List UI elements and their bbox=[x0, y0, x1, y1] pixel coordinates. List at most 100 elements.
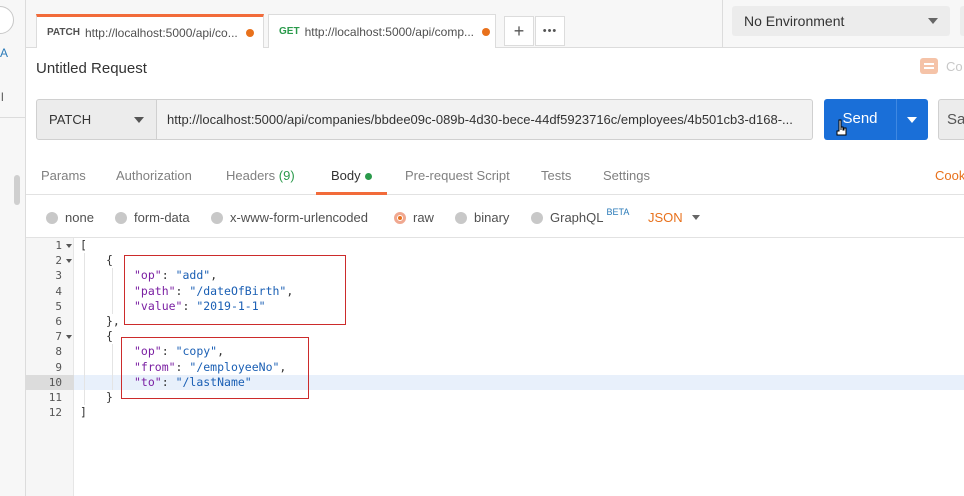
radio-circle-icon bbox=[211, 211, 223, 224]
radio-raw[interactable]: raw bbox=[394, 210, 434, 225]
tab-url: http://localhost:5000/api/comp... bbox=[304, 24, 474, 39]
radio-circle-icon bbox=[46, 211, 58, 224]
mouse-pointer-icon bbox=[836, 119, 847, 136]
sidebar-divider bbox=[0, 117, 26, 118]
chevron-down-icon bbox=[928, 18, 938, 24]
sidebar-search-circle[interactable] bbox=[0, 6, 14, 34]
tab-headers-label: Headers bbox=[226, 168, 276, 183]
body-format-select[interactable]: JSON bbox=[648, 210, 700, 225]
line-number: 12 bbox=[48, 406, 62, 420]
tab-authorization[interactable]: Authorization bbox=[116, 168, 192, 183]
annotation-box bbox=[121, 337, 309, 399]
radio-circle-icon bbox=[115, 211, 127, 224]
unsaved-dot-icon bbox=[245, 28, 254, 37]
line-number: 3 bbox=[55, 269, 62, 283]
tab-tests[interactable]: Tests bbox=[541, 168, 571, 183]
sidebar-scrollbar[interactable] bbox=[14, 175, 20, 205]
indent-guide bbox=[112, 268, 113, 314]
radio-x-www-form-urlencoded[interactable]: x-www-form-urlencoded bbox=[211, 210, 368, 225]
radio-circle-icon bbox=[531, 211, 543, 224]
http-method-select[interactable]: PATCH bbox=[36, 99, 157, 140]
radio-label: x-www-form-urlencoded bbox=[230, 210, 368, 225]
radio-circle-icon bbox=[455, 211, 467, 224]
more-icon: ••• bbox=[542, 25, 558, 37]
tab-pre-request-script[interactable]: Pre-request Script bbox=[405, 168, 510, 183]
line-number: 1 bbox=[55, 239, 62, 252]
sidebar-glyph-l: l bbox=[1, 90, 4, 104]
tab-get-request[interactable]: GET http://localhost:5000/api/comp... bbox=[268, 14, 496, 48]
sidebar-glyph-a: A bbox=[0, 46, 9, 60]
radio-graphql[interactable]: GraphQL BETA bbox=[531, 206, 630, 225]
radio-binary[interactable]: binary bbox=[455, 210, 509, 225]
comments-label: Co bbox=[946, 58, 963, 74]
line-number: 4 bbox=[55, 284, 62, 298]
left-sidebar-strip: A l bbox=[0, 0, 26, 496]
code-line: ] bbox=[80, 405, 87, 420]
fold-arrow-icon[interactable] bbox=[66, 259, 72, 263]
comment-icon bbox=[920, 58, 938, 74]
chevron-down-icon bbox=[134, 117, 144, 123]
send-options-chevron-icon[interactable] bbox=[907, 117, 917, 123]
comments-button[interactable]: Co bbox=[920, 58, 963, 74]
unsaved-dot-icon bbox=[482, 27, 490, 36]
radio-selected-icon bbox=[394, 211, 406, 224]
cookies-link[interactable]: Cook bbox=[935, 168, 964, 183]
tab-body-label: Body bbox=[331, 168, 361, 183]
send-label: Send bbox=[842, 110, 878, 127]
tab-settings[interactable]: Settings bbox=[603, 168, 650, 183]
line-number: 11 bbox=[48, 391, 62, 404]
code-line: [ bbox=[80, 238, 87, 252]
indent-guide bbox=[84, 253, 85, 405]
tab-params[interactable]: Params bbox=[41, 168, 86, 183]
save-button[interactable]: Sa bbox=[938, 99, 964, 140]
environment-quick-look-button[interactable] bbox=[960, 6, 964, 36]
radio-label: binary bbox=[474, 210, 510, 225]
radio-label: raw bbox=[413, 210, 434, 225]
fold-arrow-icon[interactable] bbox=[66, 244, 72, 248]
tab-bar: PATCH http://localhost:5000/api/co... GE… bbox=[26, 0, 964, 48]
active-tab-underline bbox=[316, 192, 387, 195]
body-format-label: JSON bbox=[648, 210, 683, 225]
code-line: { bbox=[106, 329, 113, 344]
environment-label: No Environment bbox=[744, 13, 845, 29]
tab-patch-request[interactable]: PATCH http://localhost:5000/api/co... bbox=[36, 14, 264, 48]
code-line: }, bbox=[106, 314, 120, 328]
code-line: } bbox=[106, 390, 113, 404]
line-number: 2 bbox=[55, 254, 62, 268]
send-divider bbox=[896, 99, 897, 140]
indent-guide bbox=[112, 344, 113, 390]
tab-method: GET bbox=[279, 26, 300, 37]
plus-icon: + bbox=[513, 20, 525, 41]
radio-label: none bbox=[65, 210, 94, 225]
tab-method: PATCH bbox=[47, 27, 80, 38]
radio-none[interactable]: none bbox=[46, 210, 94, 225]
radio-label: form-data bbox=[134, 210, 190, 225]
request-url-input[interactable]: http://localhost:5000/api/companies/bbde… bbox=[157, 99, 813, 140]
radio-form-data[interactable]: form-data bbox=[115, 210, 190, 225]
tab-headers[interactable]: Headers (9) bbox=[226, 168, 295, 183]
tab-url: http://localhost:5000/api/co... bbox=[84, 25, 238, 40]
request-title[interactable]: Untitled Request bbox=[36, 60, 147, 77]
tab-options-button[interactable]: ••• bbox=[535, 16, 565, 46]
line-number: 7 bbox=[55, 330, 62, 344]
line-number: 8 bbox=[55, 345, 62, 359]
topbar-separator bbox=[722, 0, 723, 48]
line-number-gutter: 1 2 3 4 5 6 7 8 9 10 11 12 bbox=[26, 238, 74, 496]
body-type-options: none form-data x-www-form-urlencoded raw… bbox=[26, 196, 964, 238]
tab-body[interactable]: Body bbox=[331, 168, 372, 183]
annotation-box bbox=[124, 255, 346, 325]
chevron-down-icon bbox=[692, 215, 700, 220]
radio-label: GraphQL bbox=[550, 210, 604, 225]
line-number: 5 bbox=[55, 299, 62, 313]
code-line: { bbox=[106, 253, 113, 268]
line-number: 9 bbox=[55, 360, 62, 374]
new-tab-button[interactable]: + bbox=[504, 16, 534, 46]
code-editor[interactable]: 1 2 3 4 5 6 7 8 9 10 11 12 [ { "op": "ad… bbox=[26, 238, 964, 496]
line-number: 6 bbox=[55, 315, 62, 328]
fold-arrow-icon[interactable] bbox=[66, 335, 72, 339]
beta-badge: BETA bbox=[606, 206, 630, 217]
line-number: 10 bbox=[48, 375, 62, 389]
body-indicator-dot-icon bbox=[364, 173, 372, 181]
environment-select[interactable]: No Environment bbox=[732, 6, 950, 36]
request-tabs: Params Authorization Headers (9) Body Pr… bbox=[26, 158, 964, 195]
